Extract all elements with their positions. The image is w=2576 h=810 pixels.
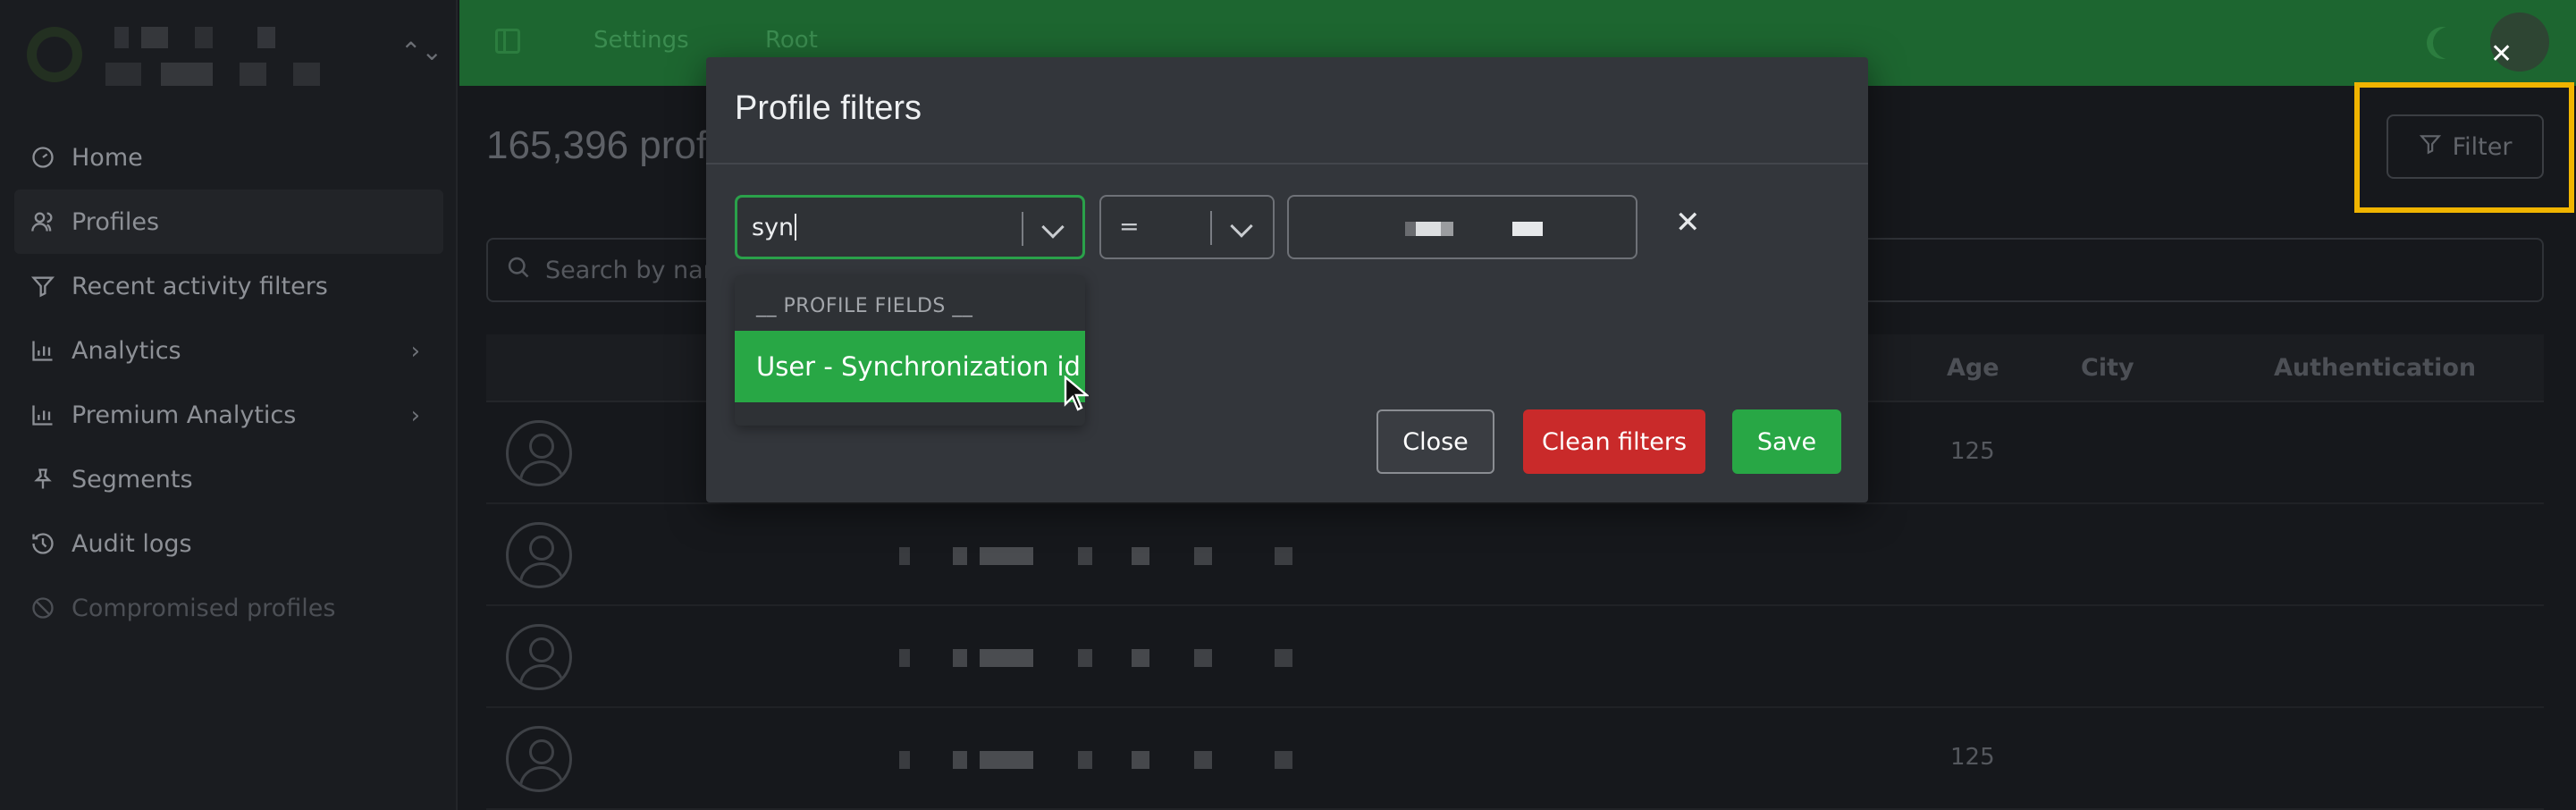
bar-chart-icon — [29, 336, 57, 365]
topbar-link-root[interactable]: Root — [765, 27, 818, 54]
brand-logo — [27, 27, 82, 82]
dropdown-option-user-synchronization-id[interactable]: User - Synchronization id — [735, 331, 1085, 402]
column-header-city[interactable]: City — [2081, 354, 2134, 382]
redacted-name — [899, 547, 1310, 565]
sidebar-item-label: Compromised profiles — [72, 594, 336, 622]
dropdown-option-label: User - Synchronization id — [756, 351, 1081, 382]
filter-icon — [29, 272, 57, 300]
field-dropdown-menu: __ PROFILE FIELDS __ User - Synchronizat… — [735, 275, 1085, 426]
chevron-right-icon: › — [410, 402, 420, 429]
redacted-value — [1512, 222, 1543, 236]
close-button[interactable]: Close — [1376, 409, 1494, 474]
page-title: 165,396 profi — [486, 123, 716, 167]
modal-title: Profile filters — [735, 89, 922, 127]
sidebar-item-profiles[interactable]: Profiles — [14, 190, 443, 254]
field-select[interactable]: syn — [735, 195, 1085, 259]
brand[interactable]: ⌃⌄ — [0, 0, 458, 113]
chevron-down-icon[interactable] — [1230, 215, 1253, 238]
gauge-icon — [29, 143, 57, 172]
history-icon — [29, 529, 57, 558]
row-age: 125 — [1950, 744, 1995, 771]
column-header-authentication[interactable]: Authentication — [2274, 354, 2476, 382]
table-row[interactable]: 125 — [486, 708, 2544, 810]
sidebar-item-label: Audit logs — [72, 529, 192, 558]
user-avatar-icon — [506, 624, 572, 690]
filter-button-label: Filter — [2452, 132, 2513, 161]
field-select-input[interactable]: syn — [752, 214, 796, 241]
user-avatar-icon — [506, 726, 572, 792]
ban-icon — [29, 594, 57, 622]
chevron-right-icon: › — [410, 338, 420, 365]
sidebar-item-home[interactable]: Home — [0, 125, 458, 190]
redacted-value — [1405, 222, 1453, 236]
sidebar-item-label: Premium Analytics — [72, 401, 297, 429]
profile-filters-modal: Profile filters syn = ✕ __ PROFILE FIELD… — [706, 57, 1868, 502]
select-separator — [1022, 212, 1023, 246]
sidebar-item-analytics[interactable]: Analytics › — [0, 318, 458, 383]
sidebar-item-label: Profiles — [72, 207, 160, 236]
redacted-name — [899, 751, 1310, 769]
sidebar: ⌃⌄ Home Profiles Recent activity filters… — [0, 0, 458, 810]
sidebar-item-audit-logs[interactable]: Audit logs — [0, 511, 458, 576]
sidebar-item-label: Analytics — [72, 336, 181, 365]
sidebar-item-segments[interactable]: Segments — [0, 447, 458, 511]
select-separator — [1210, 211, 1212, 245]
user-avatar-icon — [506, 420, 572, 486]
column-header-age[interactable]: Age — [1947, 354, 1999, 382]
sidebar-toggle-icon[interactable] — [495, 29, 520, 54]
table-row[interactable] — [486, 606, 2544, 708]
brand-name-redacted — [105, 27, 338, 86]
redacted-name — [899, 649, 1310, 667]
sidebar-item-premium-analytics[interactable]: Premium Analytics › — [0, 383, 458, 447]
chevron-up-down-icon[interactable]: ⌃⌄ — [400, 39, 442, 64]
filter-icon — [2419, 132, 2442, 162]
sidebar-item-label: Home — [72, 143, 143, 172]
operator-value: = — [1119, 213, 1140, 240]
topbar-link-settings[interactable]: Settings — [593, 27, 689, 54]
users-icon — [29, 207, 57, 236]
filter-button[interactable]: Filter — [2387, 114, 2544, 179]
dropdown-group-label: __ PROFILE FIELDS __ — [756, 295, 973, 317]
modal-header: Profile filters — [706, 57, 1868, 165]
user-avatar-icon — [506, 522, 572, 588]
moon-icon[interactable] — [2433, 27, 2465, 59]
table-row[interactable] — [486, 504, 2544, 606]
operator-select[interactable]: = — [1099, 195, 1275, 259]
sidebar-nav: Home Profiles Recent activity filters An… — [0, 125, 458, 640]
bar-chart-icon — [29, 401, 57, 429]
pin-icon — [29, 465, 57, 494]
save-button[interactable]: Save — [1732, 409, 1841, 474]
row-age: 125 — [1950, 438, 1995, 465]
value-input[interactable] — [1287, 195, 1637, 259]
close-icon[interactable]: ✕ — [2490, 41, 2513, 68]
chevron-down-icon[interactable] — [1041, 215, 1065, 239]
sidebar-item-recent-activity-filters[interactable]: Recent activity filters — [0, 254, 458, 318]
remove-filter-icon[interactable]: ✕ — [1675, 207, 1701, 238]
clean-filters-button[interactable]: Clean filters — [1523, 409, 1705, 474]
sidebar-item-compromised-profiles[interactable]: Compromised profiles — [0, 576, 458, 640]
search-icon — [506, 255, 531, 286]
sidebar-item-label: Segments — [72, 465, 193, 494]
sidebar-item-label: Recent activity filters — [72, 272, 328, 300]
